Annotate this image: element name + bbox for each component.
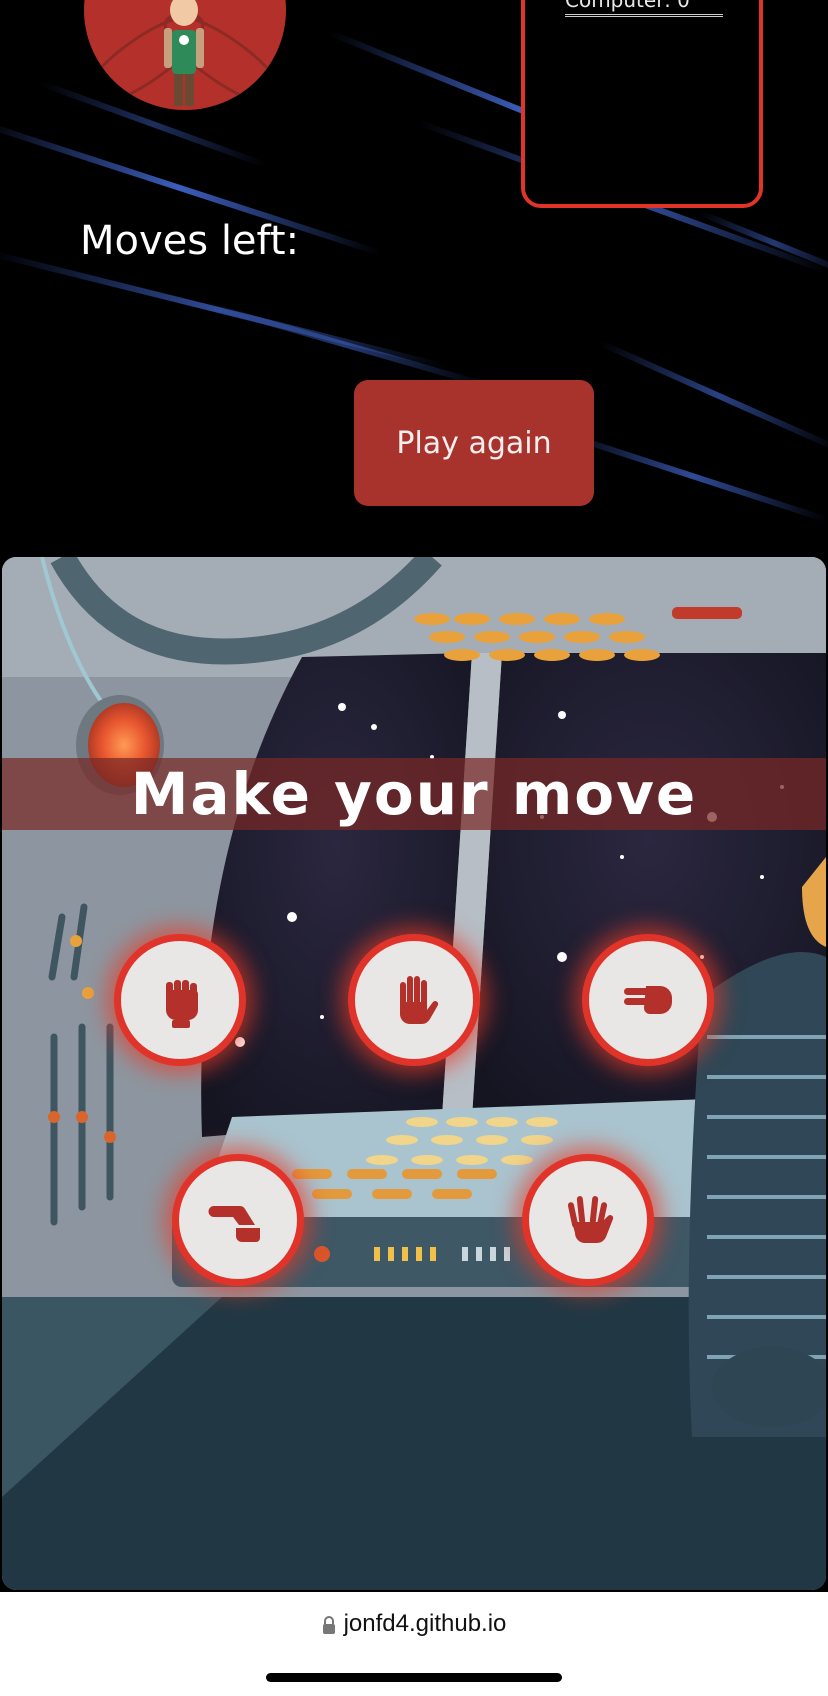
url-text: jonfd4.github.io — [343, 1610, 507, 1637]
title-banner: Make your move — [2, 758, 826, 830]
lock-icon — [322, 1615, 335, 1634]
computer-move-box — [521, 0, 763, 208]
hand-rock-icon — [166, 980, 198, 1028]
home-indicator[interactable] — [266, 1673, 562, 1682]
game-panel: Make your move — [2, 557, 826, 1590]
make-move-title: Make your move — [130, 760, 698, 828]
player-avatar — [84, 0, 286, 110]
url-display[interactable]: jonfd4.github.io — [0, 1610, 828, 1638]
play-again-button[interactable]: Play again — [354, 380, 594, 506]
lizard-button[interactable] — [172, 1154, 304, 1286]
paper-button[interactable] — [348, 934, 480, 1066]
scoreboard-area: Computer: 0 Moves left: Play again — [0, 0, 828, 560]
hand-spock-icon — [567, 1196, 614, 1243]
moves-left-label: Moves left: — [80, 218, 300, 264]
scissors-button[interactable] — [582, 934, 714, 1066]
computer-score-label: Computer: 0 — [565, 0, 723, 17]
hand-paper-icon — [400, 976, 439, 1025]
hand-scissors-icon — [624, 986, 672, 1014]
rock-button[interactable] — [114, 934, 246, 1066]
hand-lizard-icon — [208, 1206, 260, 1242]
spock-button[interactable] — [522, 1154, 654, 1286]
spaceship-background — [2, 557, 826, 1590]
